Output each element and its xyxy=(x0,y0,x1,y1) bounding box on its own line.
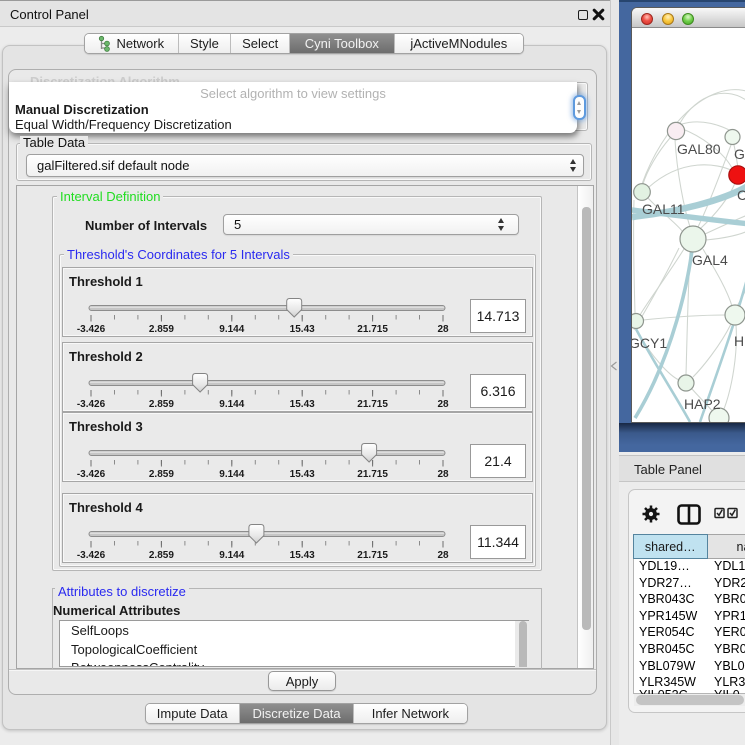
svg-text:9.144: 9.144 xyxy=(219,550,244,561)
svg-text:21.715: 21.715 xyxy=(357,469,388,480)
svg-text:GA: GA xyxy=(734,146,745,162)
svg-text:2.859: 2.859 xyxy=(149,324,174,335)
svg-text:C: C xyxy=(737,187,745,203)
svg-text:21.715: 21.715 xyxy=(357,550,388,561)
svg-text:GAL80: GAL80 xyxy=(677,141,721,157)
svg-text:9.144: 9.144 xyxy=(219,469,244,480)
svg-text:-3.426: -3.426 xyxy=(77,324,106,335)
svg-text:2.859: 2.859 xyxy=(149,399,174,410)
svg-text:28: 28 xyxy=(437,469,449,480)
svg-text:15.43: 15.43 xyxy=(290,550,315,561)
svg-text:15.43: 15.43 xyxy=(290,399,315,410)
svg-text:15.43: 15.43 xyxy=(290,324,315,335)
svg-text:28: 28 xyxy=(437,324,449,335)
svg-text:-3.426: -3.426 xyxy=(77,550,106,561)
svg-text:-3.426: -3.426 xyxy=(77,469,106,480)
svg-text:GCY1: GCY1 xyxy=(632,335,667,351)
svg-text:2.859: 2.859 xyxy=(149,469,174,480)
svg-text:28: 28 xyxy=(437,550,449,561)
svg-text:15.43: 15.43 xyxy=(290,469,315,480)
svg-text:H: H xyxy=(734,333,744,349)
svg-text:2.859: 2.859 xyxy=(149,550,174,561)
svg-text:-3.426: -3.426 xyxy=(77,399,106,410)
svg-text:21.715: 21.715 xyxy=(357,324,388,335)
svg-text:9.144: 9.144 xyxy=(219,324,244,335)
svg-text:28: 28 xyxy=(437,399,449,410)
svg-text:HAP2: HAP2 xyxy=(684,396,721,412)
svg-text:9.144: 9.144 xyxy=(219,399,244,410)
svg-text:21.715: 21.715 xyxy=(357,399,388,410)
svg-text:GAL11: GAL11 xyxy=(642,201,685,217)
svg-text:GAL4: GAL4 xyxy=(692,252,728,268)
